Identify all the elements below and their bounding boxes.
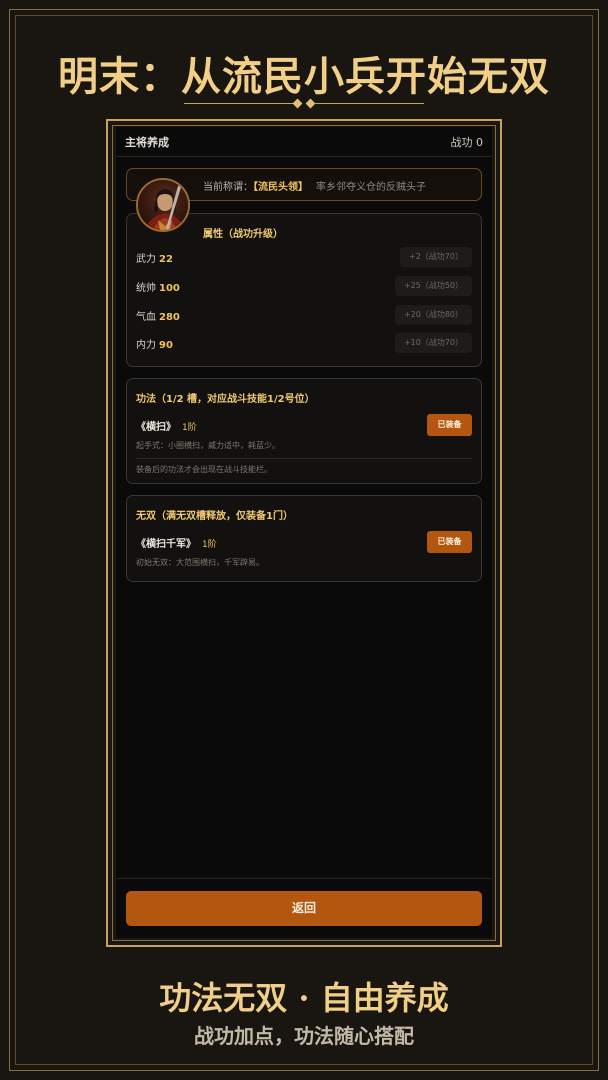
attr-upgrade-button[interactable]: +25（战功50）	[394, 276, 472, 296]
attr-upgrade-button[interactable]: +10（战功70）	[394, 333, 472, 353]
gongfa-note: 装备后的功法才会出现在战斗技能栏。	[136, 465, 272, 474]
hero-avatar	[136, 178, 190, 232]
game-screen: 主将养成 战功 0 当前称谓：【流民头领】 率乡邻夺义仓的反贼头子 属性（战功升级…	[116, 127, 492, 938]
wushuang-skill-desc: 初始无双：大范围横扫，千军辟易。	[136, 558, 264, 567]
status-text: 当前称谓：【流民头领】 率乡邻夺义仓的反贼头子	[203, 178, 426, 193]
wushuang-skill: 《横扫千军》 1阶	[136, 535, 217, 550]
attr-row-wuli: 武力 22 +2（战功70）	[136, 247, 472, 267]
gongfa-title: 功法（1/2 槽，对应战斗技能1/2号位）	[136, 394, 315, 405]
attr-value: 280	[159, 312, 180, 323]
screen-title: 主将养成	[125, 135, 169, 149]
wushuang-equip-button[interactable]: 已装备	[427, 531, 472, 553]
status-desc: 率乡邻夺义仓的反贼头子	[316, 182, 426, 193]
attr-value: 22	[159, 254, 173, 265]
attr-row-tongshuai: 统帅 100 +25（战功50）	[136, 276, 472, 296]
attr-name: 武力	[136, 254, 156, 265]
divider	[136, 458, 472, 459]
skill-level: 1阶	[202, 540, 217, 550]
skill-name: 《横扫》	[136, 422, 176, 433]
attr-name: 统帅	[136, 283, 156, 294]
gongfa-equip-button[interactable]: 已装备	[427, 414, 472, 436]
attr-value: 90	[159, 340, 173, 351]
skill-level: 1阶	[182, 423, 197, 433]
skill-name: 《横扫千军》	[136, 539, 196, 550]
promo-title: 明末：从流民小兵开始无双	[58, 53, 550, 100]
promo-subslogan: 战功加点，功法随心搭配	[194, 1024, 414, 1048]
gongfa-skill: 《横扫》 1阶	[136, 418, 197, 433]
attributes-title: 属性（战功升级）	[203, 229, 283, 240]
back-button[interactable]: 返回	[126, 891, 482, 926]
status-rank: 【流民头领】	[253, 182, 308, 193]
bottom-divider	[116, 878, 492, 879]
wushuang-title: 无双（满无双槽释放，仅装备1门）	[136, 511, 293, 522]
attributes-card: 属性（战功升级） 武力 22 +2（战功70） 统帅 100 +25（战功50） 气…	[126, 213, 482, 367]
attr-upgrade-button[interactable]: +20（战功80）	[394, 305, 472, 325]
attr-upgrade-button[interactable]: +2（战功70）	[400, 247, 472, 267]
title-ornament	[184, 98, 424, 109]
wushuang-card: 无双（满无双槽释放，仅装备1门） 《横扫千军》 1阶 已装备 初始无双：大范围横扫…	[126, 495, 482, 582]
attr-value: 100	[159, 283, 180, 294]
attr-name: 内力	[136, 340, 156, 351]
attr-name: 气血	[136, 312, 156, 323]
status-label: 当前称谓：	[203, 182, 253, 193]
attr-row-neili: 内力 90 +10（战功70）	[136, 333, 472, 353]
merit-counter: 战功 0	[450, 135, 484, 149]
top-bar: 主将养成 战功 0	[116, 127, 492, 157]
gongfa-card: 功法（1/2 槽，对应战斗技能1/2号位） 《横扫》 1阶 已装备 起手式：小圈横…	[126, 378, 482, 484]
gongfa-skill-desc: 起手式：小圈横扫，威力适中，耗蓝少。	[136, 441, 280, 450]
promo-slogan: 功法无双 · 自由养成	[159, 979, 449, 1017]
attr-row-qixue: 气血 280 +20（战功80）	[136, 305, 472, 325]
